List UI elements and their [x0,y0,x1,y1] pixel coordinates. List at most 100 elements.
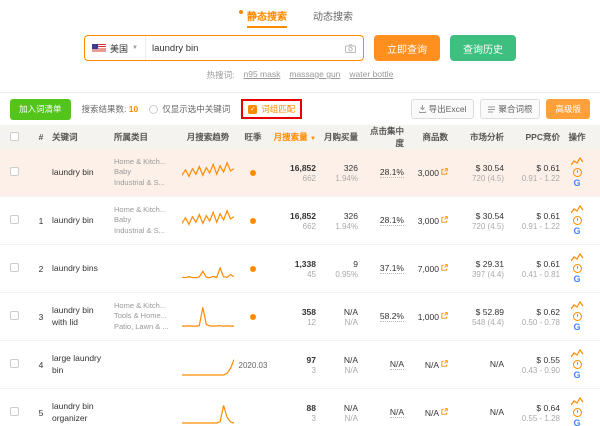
aggregate-roots-label: 聚合词根 [498,103,532,115]
row-checkbox[interactable] [10,263,19,272]
only-selected-option[interactable]: 仅显示选中关键词 [149,103,230,115]
traffic-analysis-icon[interactable] [571,397,583,406]
row-checkbox[interactable] [10,311,19,320]
purchase-volume-value: 326 [320,211,358,221]
external-link-icon[interactable] [441,359,448,369]
market-price-value: $ 52.89 [452,307,504,317]
purchase-volume-value: N/A [320,355,358,365]
search-mode-tabs: 静态搜索 动态搜索 [0,8,600,28]
category-cell: Home & Kitch...BabyIndustrial & S... [112,205,180,235]
keyword-link[interactable]: laundry bin [52,215,94,225]
keyword-link[interactable]: laundry bin organizer [52,401,94,422]
history-trend-icon[interactable] [573,264,582,273]
search-volume-value: 358 [272,307,316,317]
image-search-icon[interactable] [345,44,356,53]
external-link-icon[interactable] [441,215,448,225]
sort-desc-icon: ▼ [310,136,316,142]
market-price-value: N/A [452,359,504,369]
category-line: Home & Kitch... [114,205,178,215]
phrase-match-option[interactable]: ✓ 词组匹配 [248,103,295,115]
external-link-icon[interactable] [441,263,448,273]
result-count: 搜索结果数: 10 [82,103,139,115]
phrase-match-label: 词组匹配 [261,103,295,115]
header-click-concentration[interactable]: 点击集中度 [360,125,406,149]
table-row: 3 laundry bin with lid Home & Kitch...To… [0,293,600,341]
row-checkbox[interactable] [10,167,19,176]
purchase-volume-value: 9 [320,259,358,269]
product-count-value: 1,000 [418,312,439,322]
query-history-button[interactable]: 查询历史 [450,35,516,61]
header-search-volume[interactable]: 月搜索量 ▼ [270,131,318,143]
history-trend-icon[interactable] [573,168,582,177]
google-trends-icon[interactable]: G [573,419,580,426]
category-cell: Home & Kitch...Tools & Home...Patio, Law… [112,301,180,331]
search-volume-value: 88 [272,403,316,413]
external-link-icon[interactable] [441,167,448,177]
click-concentration-cell: 28.1% [360,167,406,178]
search-volume-value: 1,338 [272,259,316,269]
add-to-wordlist-button[interactable]: 加入词清单 [10,99,71,120]
radio-unchecked-icon[interactable] [149,105,158,114]
click-concentration-cell: N/A [360,407,406,418]
hot-keyword-link[interactable]: water bottle [349,69,393,81]
header-search-volume-label: 月搜索量 [274,132,308,142]
row-checkbox[interactable] [10,359,19,368]
peak-season-dot-icon [250,218,256,224]
keyword-link[interactable]: laundry bins [52,263,98,273]
trend-cell [180,160,236,186]
tab-static-search[interactable]: 静态搜索 [247,8,287,28]
hot-keywords-label: 热搜词: [207,69,235,81]
search-volume-sub: 45 [272,270,316,279]
keyword-link[interactable]: laundry bin [52,167,94,177]
row-checkbox[interactable] [10,215,19,224]
product-count-value: N/A [425,408,439,418]
country-selector[interactable]: 美国 ▼ [85,36,146,60]
tab-dynamic-search[interactable]: 动态搜索 [313,8,353,28]
keyword-search-input[interactable] [146,43,345,54]
season-cell [236,168,270,178]
keyword-link[interactable]: large laundry bin [52,353,101,374]
submit-query-button[interactable]: 立即查询 [374,35,440,61]
traffic-analysis-icon[interactable] [571,205,583,214]
ppc-range-sub: 0.55 - 1.28 [508,414,560,423]
header-product-count[interactable]: 商品数 [406,131,450,143]
hot-keyword-link[interactable]: massage gun [289,69,340,81]
select-all-checkbox[interactable] [10,132,19,141]
history-trend-icon[interactable] [573,360,582,369]
external-link-icon[interactable] [441,311,448,321]
traffic-analysis-icon[interactable] [571,301,583,310]
row-index: 5 [32,408,50,418]
header-purchase-volume[interactable]: 月购买量 [318,131,360,143]
external-link-icon[interactable] [441,407,448,417]
aggregate-roots-button[interactable]: 聚合词根 [480,99,540,119]
google-trends-icon[interactable]: G [573,371,580,380]
product-count-value: N/A [425,360,439,370]
operations-cell: G [562,205,592,236]
traffic-analysis-icon[interactable] [571,253,583,262]
product-count-cell: 7,000 [406,263,450,274]
google-trends-icon[interactable]: G [573,179,580,188]
traffic-analysis-icon[interactable] [571,349,583,358]
search-volume-sub: 3 [272,366,316,375]
purchase-rate-sub: N/A [320,318,358,327]
search-bar-row: 美国 ▼ 立即查询 查询历史 [0,35,600,61]
history-trend-icon[interactable] [573,312,582,321]
google-trends-icon[interactable]: G [573,227,580,236]
list-icon [488,106,495,113]
export-excel-button[interactable]: 导出Excel [411,99,475,119]
history-trend-icon[interactable] [573,408,582,417]
market-price-value: $ 30.54 [452,211,504,221]
product-count-cell: N/A [406,407,450,418]
hot-keyword-link[interactable]: n95 mask [244,69,281,81]
premium-version-button[interactable]: 高级版 [546,99,590,119]
row-checkbox[interactable] [10,407,19,416]
keyword-link[interactable]: laundry bin with lid [52,305,94,326]
google-trends-icon[interactable]: G [573,275,580,284]
click-concentration-value: N/A [390,359,404,370]
google-trends-icon[interactable]: G [573,323,580,332]
history-trend-icon[interactable] [573,216,582,225]
purchase-volume-value: N/A [320,403,358,413]
traffic-analysis-icon[interactable] [571,157,583,166]
checkbox-checked-icon[interactable]: ✓ [248,105,257,114]
export-excel-label: 导出Excel [429,103,467,115]
